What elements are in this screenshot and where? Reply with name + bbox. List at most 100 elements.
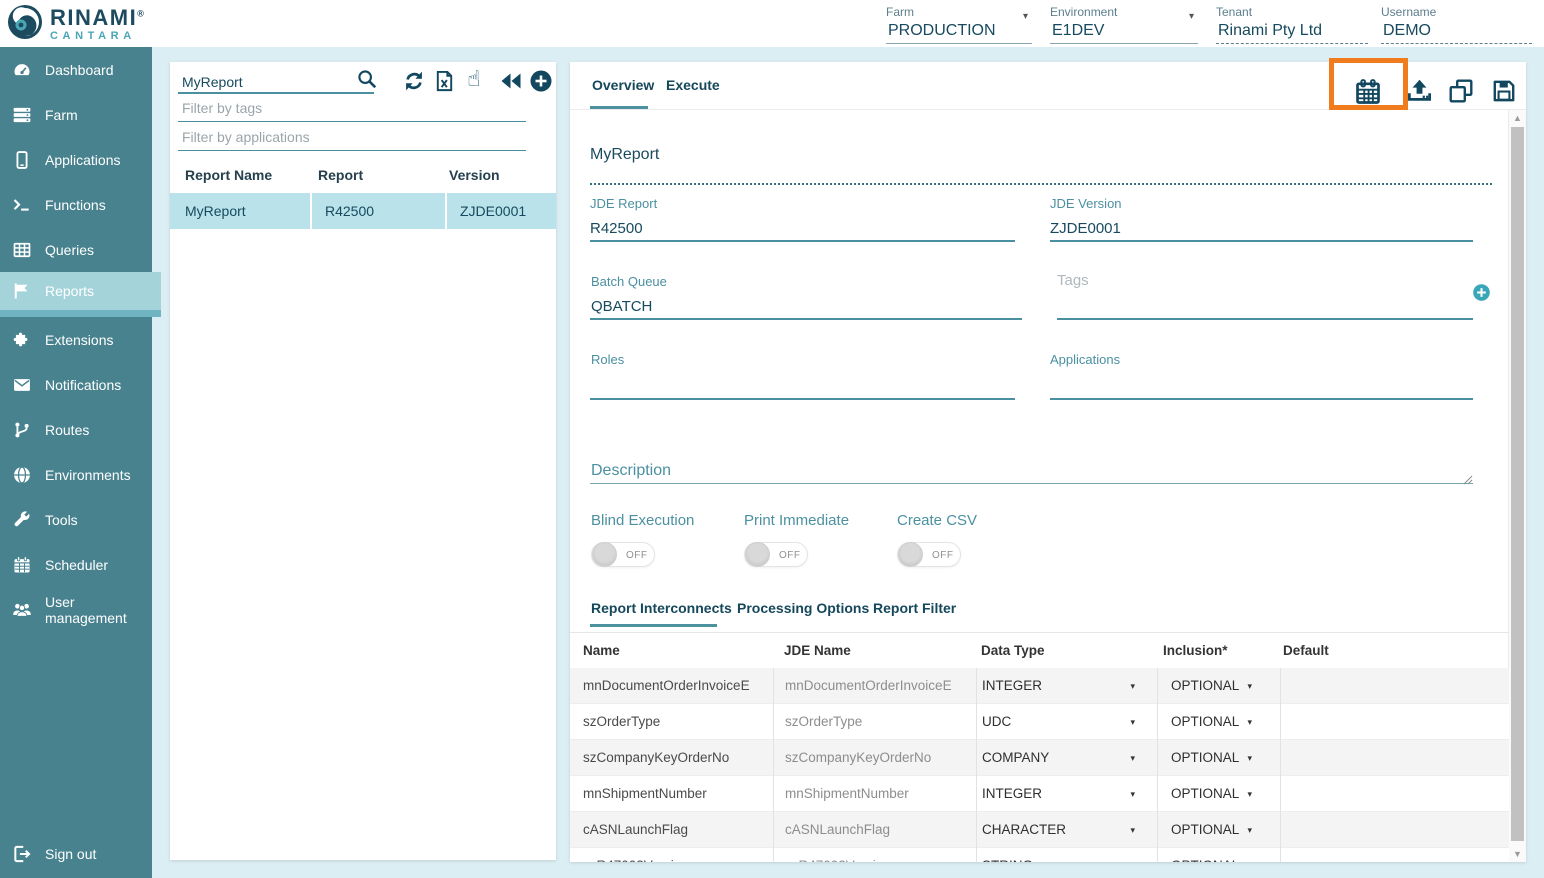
data-type-select[interactable]: INTEGER	[976, 776, 1157, 812]
jde-version-value[interactable]: ZJDE0001	[1050, 220, 1121, 237]
sidebar-item-queries[interactable]: Queries	[0, 227, 152, 272]
active-sub-tab-indicator	[590, 624, 717, 627]
username-value[interactable]: DEMO	[1381, 20, 1532, 44]
description-textarea[interactable]	[590, 483, 1473, 484]
farm-value[interactable]: PRODUCTION	[886, 20, 1032, 44]
table-row: cASNLaunchFlag cASNLaunchFlag CHARACTER …	[570, 812, 1509, 848]
print-immediate-toggle[interactable]: OFF	[744, 542, 808, 567]
filter-by-tags-input[interactable]: Filter by tags	[178, 100, 526, 122]
interconnects-table: Name JDE Name Data Type Inclusion* Defau…	[570, 632, 1509, 862]
batch-queue-label: Batch Queue	[591, 274, 667, 289]
column-data-type: Data Type	[976, 643, 1157, 658]
tab-processing-options[interactable]: Processing Options	[737, 600, 869, 616]
add-report-icon[interactable]	[529, 69, 553, 93]
brand-primary: RINAMI®	[50, 7, 145, 29]
column-report-name: Report Name	[170, 167, 310, 183]
sidebar-item-dashboard[interactable]: Dashboard	[0, 47, 152, 92]
sidebar-item-extensions[interactable]: Extensions	[0, 317, 152, 362]
table-row: szR47002Version szR47002Version STRING O…	[570, 848, 1509, 862]
jde-report-underline	[590, 240, 1015, 242]
inclusion-select[interactable]: OPTIONAL	[1157, 668, 1280, 704]
sidebar-item-label: Dashboard	[45, 62, 114, 78]
add-tag-icon[interactable]	[1472, 283, 1491, 302]
refresh-icon[interactable]	[402, 69, 426, 93]
farm-select[interactable]: Farm PRODUCTION	[886, 5, 1032, 44]
tab-overview[interactable]: Overview	[592, 77, 654, 93]
default-value-field[interactable]	[1280, 776, 1509, 812]
data-type-select[interactable]: UDC	[976, 704, 1157, 740]
table-row: szCompanyKeyOrderNo szCompanyKeyOrderNo …	[570, 740, 1509, 776]
copy-icon[interactable]	[1448, 78, 1476, 106]
sidebar-item-functions[interactable]: Functions	[0, 182, 152, 227]
sidebar-item-farm[interactable]: Farm	[0, 92, 152, 137]
sidebar-item-environments[interactable]: Environments	[0, 452, 152, 497]
data-type-select[interactable]: CHARACTER	[976, 812, 1157, 848]
inclusion-select[interactable]: OPTIONAL	[1157, 812, 1280, 848]
search-icon[interactable]	[356, 68, 378, 95]
vertical-scrollbar[interactable]: ▲ ▼	[1508, 110, 1526, 862]
environment-value[interactable]: E1DEV	[1050, 20, 1198, 44]
tenant-field[interactable]: Tenant Rinami Pty Ltd	[1216, 5, 1368, 44]
report-search-input[interactable]: MyReport	[178, 70, 374, 94]
sidebar-item-notifications[interactable]: Notifications	[0, 362, 152, 407]
sidebar-item-reports[interactable]: Reports	[0, 272, 161, 310]
inclusion-select[interactable]: OPTIONAL	[1157, 848, 1280, 862]
inclusion-select[interactable]: OPTIONAL	[1157, 704, 1280, 740]
data-type-select[interactable]: INTEGER	[976, 668, 1157, 704]
blind-execution-label: Blind Execution	[591, 512, 694, 529]
chevron-down-icon	[1130, 848, 1135, 862]
cell-report[interactable]: R42500	[310, 193, 445, 229]
data-type-select[interactable]: STRING	[976, 848, 1157, 862]
hand-pointer-icon[interactable]: ☝	[462, 67, 486, 91]
tab-execute[interactable]: Execute	[666, 77, 720, 93]
excel-export-icon[interactable]	[433, 69, 457, 93]
sidebar-item-routes[interactable]: Routes	[0, 407, 152, 452]
scroll-up-icon[interactable]: ▲	[1509, 113, 1526, 123]
jde-report-value[interactable]: R42500	[590, 220, 643, 237]
rewind-icon[interactable]	[499, 69, 523, 93]
default-value-field[interactable]	[1280, 812, 1509, 848]
cell-version[interactable]: ZJDE0001	[445, 193, 556, 229]
environment-select[interactable]: Environment E1DEV	[1050, 5, 1198, 44]
inclusion-select[interactable]: OPTIONAL	[1157, 776, 1280, 812]
scheduler-icon	[12, 555, 32, 575]
cell-jde-name: szCompanyKeyOrderNo	[773, 740, 976, 776]
tenant-value[interactable]: Rinami Pty Ltd	[1216, 20, 1368, 44]
resize-handle-icon[interactable]	[1463, 472, 1473, 482]
upload-icon[interactable]	[1406, 78, 1434, 106]
username-field[interactable]: Username DEMO	[1381, 5, 1532, 44]
sidebar-item-scheduler[interactable]: Scheduler	[0, 542, 152, 587]
report-name-field[interactable]: MyReport	[590, 146, 659, 164]
create-csv-toggle[interactable]: OFF	[897, 542, 961, 567]
cell-jde-name: mnDocumentOrderInvoiceE	[773, 668, 976, 704]
active-tab-indicator	[590, 106, 648, 109]
default-value-field[interactable]	[1280, 704, 1509, 740]
roles-label: Roles	[591, 352, 624, 367]
report-list-row-selected[interactable]: MyReport R42500 ZJDE0001	[170, 193, 556, 229]
tab-report-filter[interactable]: Report Filter	[873, 600, 956, 616]
sidebar-item-applications[interactable]: Applications	[0, 137, 152, 182]
default-value-field[interactable]	[1280, 740, 1509, 776]
data-type-select[interactable]: COMPANY	[976, 740, 1157, 776]
calendar-icon[interactable]	[1354, 78, 1382, 106]
blind-execution-toggle[interactable]: OFF	[591, 542, 655, 567]
scroll-down-icon[interactable]: ▼	[1509, 849, 1526, 859]
scrollbar-thumb[interactable]	[1511, 127, 1524, 841]
roles-underline[interactable]	[590, 398, 1015, 400]
description-label: Description	[591, 462, 671, 480]
default-value-field[interactable]	[1280, 848, 1509, 862]
tab-report-interconnects[interactable]: Report Interconnects	[591, 600, 732, 616]
sidebar-item-tools[interactable]: Tools	[0, 497, 152, 542]
applications-underline[interactable]	[1050, 398, 1473, 400]
cell-report-name[interactable]: MyReport	[170, 193, 310, 229]
chevron-down-icon	[1247, 776, 1252, 812]
cell-jde-name: mnShipmentNumber	[773, 776, 976, 812]
sidebar-item-user-management[interactable]: User management	[0, 587, 152, 632]
batch-queue-value[interactable]: QBATCH	[591, 298, 652, 315]
sidebar-item-sign-out[interactable]: Sign out	[0, 831, 152, 876]
inclusion-select[interactable]: OPTIONAL	[1157, 740, 1280, 776]
save-icon[interactable]	[1491, 78, 1519, 106]
filter-by-applications-input[interactable]: Filter by applications	[178, 129, 526, 151]
tags-input[interactable]: Tags	[1057, 272, 1089, 289]
default-value-field[interactable]	[1280, 668, 1509, 704]
